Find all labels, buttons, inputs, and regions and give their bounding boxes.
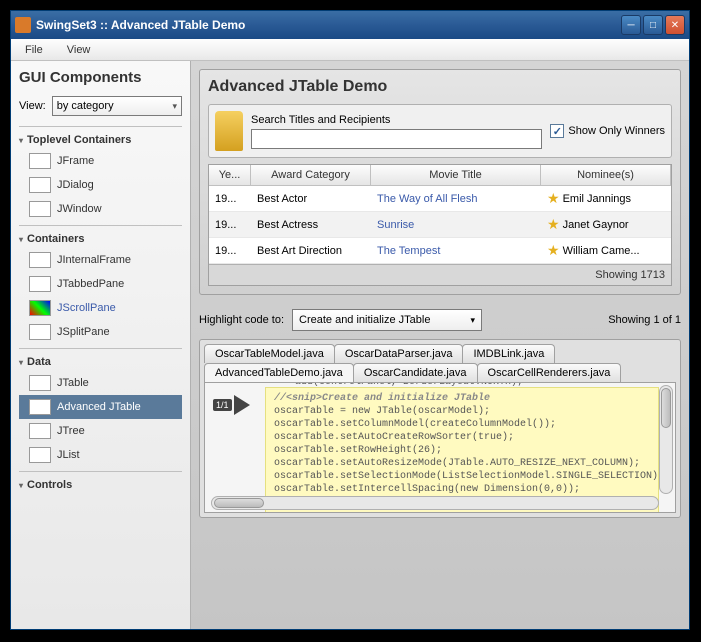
tree-item-jdialog[interactable]: JDialog	[19, 173, 182, 197]
internalframe-icon	[29, 252, 51, 268]
code-scrollbar-horizontal[interactable]	[211, 496, 659, 510]
sidebar: GUI Components View: by category Topleve…	[11, 61, 191, 629]
advtable-icon	[29, 399, 51, 415]
scrollpane-icon	[29, 300, 51, 316]
view-label: View:	[19, 100, 46, 112]
view-combo[interactable]: by category	[52, 96, 182, 116]
tree-icon	[29, 423, 51, 439]
table-row[interactable]: 19... Best Actor The Way of All Flesh ★E…	[209, 186, 671, 212]
tree-item-jinternalframe[interactable]: JInternalFrame	[19, 248, 182, 272]
results-table: Ye... Award Category Movie Title Nominee…	[208, 164, 672, 286]
code-scrollbar-vertical[interactable]	[659, 385, 673, 494]
search-area: Search Titles and Recipients ✓ Show Only…	[208, 104, 672, 158]
dialog-icon	[29, 177, 51, 193]
close-button[interactable]: ✕	[665, 15, 685, 35]
minimize-button[interactable]: ─	[621, 15, 641, 35]
col-year[interactable]: Ye...	[209, 165, 251, 185]
section-data[interactable]: Data	[19, 353, 182, 371]
tree-item-advanced-jtable[interactable]: Advanced JTable	[19, 395, 182, 419]
highlight-combo[interactable]: Create and initialize JTable	[292, 309, 482, 331]
tabbedpane-icon	[29, 276, 51, 292]
main-panel: Advanced JTable Demo Search Titles and R…	[191, 61, 689, 629]
table-icon	[29, 375, 51, 391]
code-highlight[interactable]: //<snip>Create and initialize JTable osc…	[265, 387, 659, 513]
maximize-button[interactable]: □	[643, 15, 663, 35]
tab-oscardataparser[interactable]: OscarDataParser.java	[334, 344, 464, 363]
list-icon	[29, 447, 51, 463]
code-arrow: 1/1	[213, 395, 250, 415]
splitpane-icon	[29, 324, 51, 340]
search-input[interactable]	[251, 129, 542, 149]
section-controls[interactable]: Controls	[19, 476, 182, 494]
highlight-label: Highlight code to:	[199, 314, 284, 326]
frame-icon	[29, 153, 51, 169]
sidebar-title: GUI Components	[19, 69, 182, 86]
oscar-icon	[215, 111, 243, 151]
star-icon: ★	[547, 190, 560, 207]
window-icon	[29, 201, 51, 217]
tab-oscarcellrenderers[interactable]: OscarCellRenderers.java	[477, 363, 622, 382]
table-row[interactable]: 19... Best Actress Sunrise ★Janet Gaynor	[209, 212, 671, 238]
show-winners-label: Show Only Winners	[568, 125, 665, 137]
match-badge: 1/1	[213, 399, 232, 411]
table-row[interactable]: 19... Best Art Direction The Tempest ★Wi…	[209, 238, 671, 264]
titlebar[interactable]: SwingSet3 :: Advanced JTable Demo ─ □ ✕	[11, 11, 689, 39]
menu-view[interactable]: View	[61, 42, 97, 58]
tree-item-jtree[interactable]: JTree	[19, 419, 182, 443]
tree-item-jsplitpane[interactable]: JSplitPane	[19, 320, 182, 344]
tab-advancedtabledemo[interactable]: AdvancedTableDemo.java	[204, 363, 354, 382]
demo-title: Advanced JTable Demo	[208, 78, 672, 96]
section-toplevel-containers[interactable]: Toplevel Containers	[19, 131, 182, 149]
show-winners-checkbox[interactable]: ✓	[550, 124, 564, 138]
menu-file[interactable]: File	[19, 42, 49, 58]
section-containers[interactable]: Containers	[19, 230, 182, 248]
demo-panel: Advanced JTable Demo Search Titles and R…	[199, 69, 681, 295]
col-title[interactable]: Movie Title	[371, 165, 541, 185]
col-nominee[interactable]: Nominee(s)	[541, 165, 671, 185]
highlight-status: Showing 1 of 1	[608, 314, 681, 326]
col-category[interactable]: Award Category	[251, 165, 371, 185]
search-label: Search Titles and Recipients	[251, 114, 542, 126]
star-icon: ★	[547, 216, 560, 233]
table-body: 19... Best Actor The Way of All Flesh ★E…	[209, 186, 671, 264]
star-icon: ★	[547, 242, 560, 259]
tree-item-jwindow[interactable]: JWindow	[19, 197, 182, 221]
tree-item-jscrollpane[interactable]: JScrollPane	[19, 296, 182, 320]
menubar: File View	[11, 39, 689, 61]
tree-item-jframe[interactable]: JFrame	[19, 149, 182, 173]
code-area: add(controlPanel, BorderLayout.NORTH); 1…	[204, 383, 676, 513]
arrow-icon	[234, 395, 250, 415]
app-icon	[15, 17, 31, 33]
tree-item-jtabbedpane[interactable]: JTabbedPane	[19, 272, 182, 296]
window-title: SwingSet3 :: Advanced JTable Demo	[36, 18, 621, 32]
tab-oscarcandidate[interactable]: OscarCandidate.java	[353, 363, 478, 382]
tab-oscartablemodel[interactable]: OscarTableModel.java	[204, 344, 335, 363]
tree-item-jtable[interactable]: JTable	[19, 371, 182, 395]
source-tabs-panel: OscarTableModel.java OscarDataParser.jav…	[199, 339, 681, 518]
tab-imdblink[interactable]: IMDBLink.java	[462, 344, 555, 363]
tree-item-jlist[interactable]: JList	[19, 443, 182, 467]
table-status: Showing 1713	[209, 264, 671, 285]
app-window: SwingSet3 :: Advanced JTable Demo ─ □ ✕ …	[10, 10, 690, 630]
